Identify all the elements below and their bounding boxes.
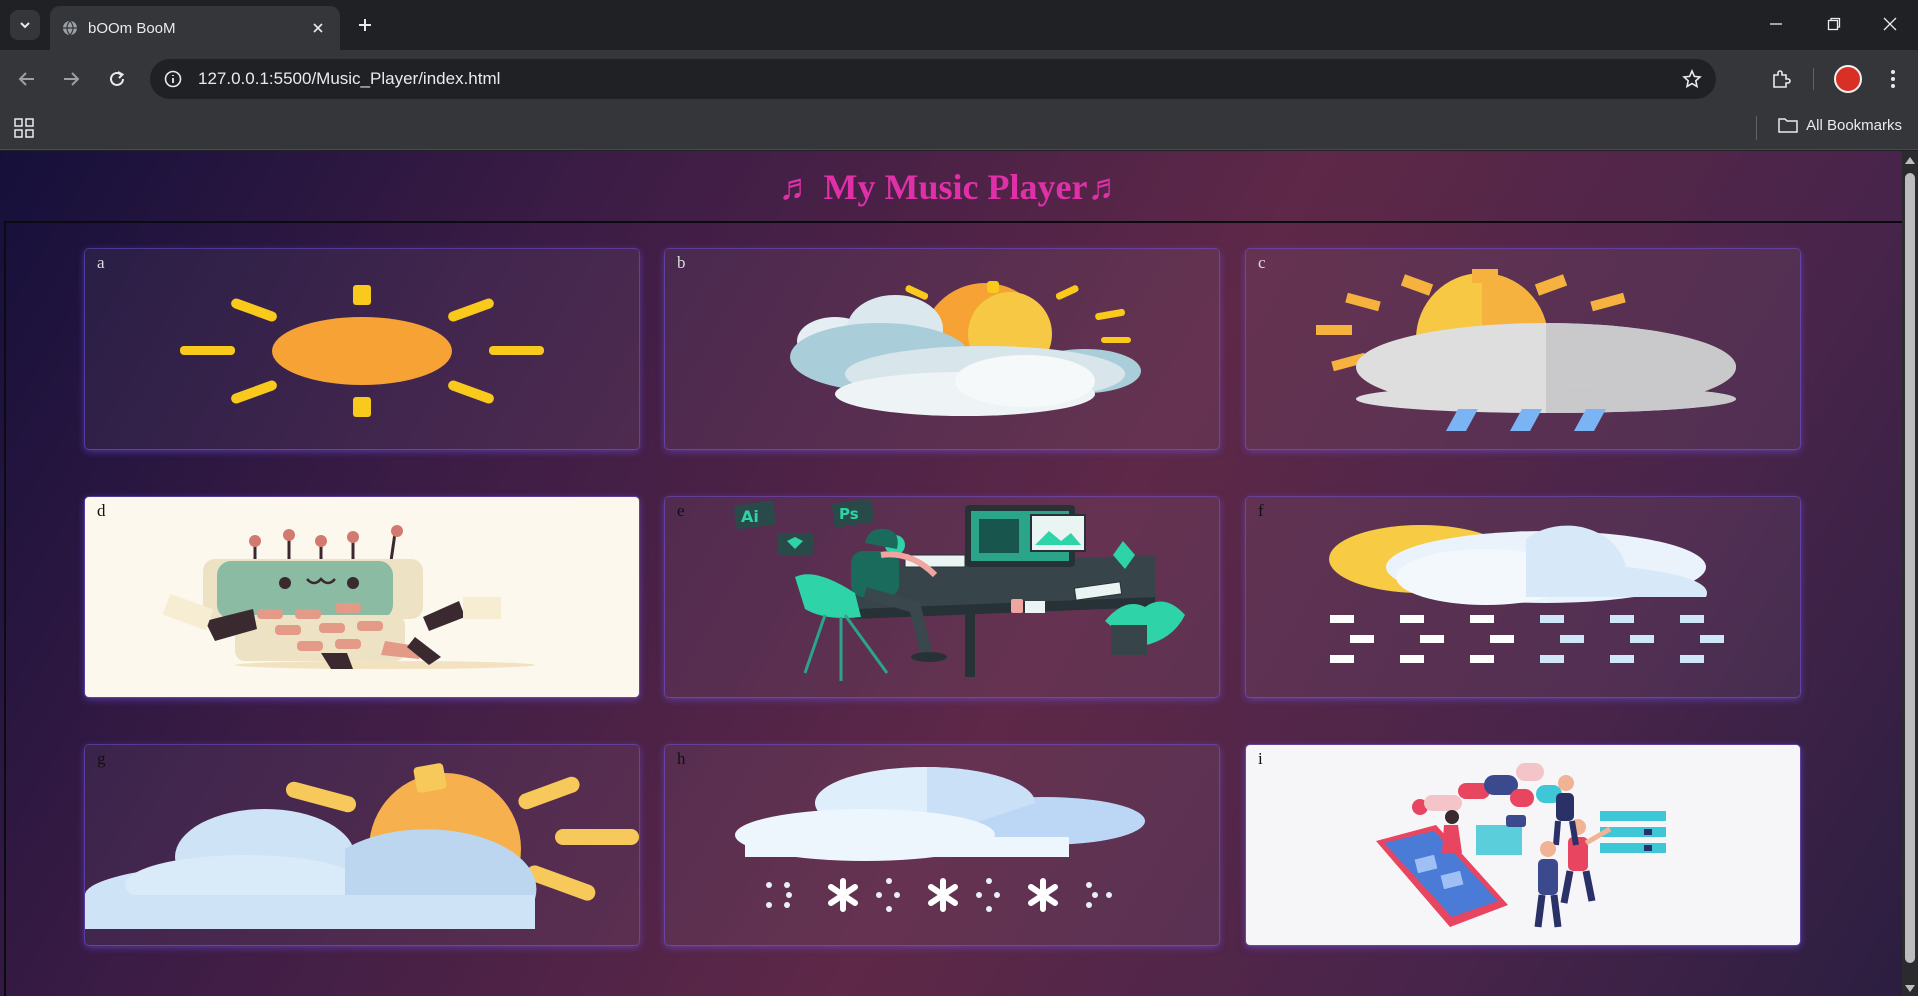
card-label: a [97,253,105,272]
card-grid: a b c d e Ai Ps f g h i [4,223,1902,996]
sun-cloud-icon [85,763,639,929]
music-card-c[interactable]: c [1246,249,1800,449]
apps-button[interactable] [14,118,34,142]
card-label: c [1258,253,1266,272]
restore-button[interactable] [1816,10,1852,38]
music-card-i[interactable]: i [1246,745,1800,945]
address-bar[interactable]: 127.0.0.1:5500/Music_Player/index.html [150,59,1716,99]
page-title: ♬ My Music Player♬ [778,167,1124,207]
url-text[interactable]: 127.0.0.1:5500/Music_Player/index.html [198,69,1682,89]
card-label: g [97,749,106,768]
bookmarks-separator [1756,116,1757,140]
minimize-icon [1770,23,1782,25]
reload-icon [110,71,125,86]
tab-title: bOOm BooM [88,19,176,37]
reload-button[interactable] [102,64,132,94]
close-window-icon [1883,17,1897,31]
avatar[interactable] [1834,65,1862,93]
all-bookmarks-label: All Bookmarks [1806,116,1902,134]
svg-text:Ps: Ps [839,505,859,523]
browser-toolbar: 127.0.0.1:5500/Music_Player/index.html [0,50,1918,108]
card-label: f [1258,501,1264,520]
tab-search-button[interactable] [10,10,40,40]
toolbar-separator [1813,68,1814,90]
puzzle-icon [1773,70,1791,88]
arrow-right-icon [64,72,80,86]
forward-button[interactable] [56,64,86,94]
card-label: b [677,253,686,272]
extensions-button[interactable] [1766,64,1796,94]
scroll-down-icon[interactable] [1905,985,1915,992]
star-icon[interactable] [1682,69,1702,89]
plus-icon [359,19,371,31]
page-header: ♬ My Music Player♬ [0,151,1902,223]
site-info-icon[interactable] [164,70,182,88]
new-tab-button[interactable] [350,12,380,38]
page-viewport: ♬ My Music Player♬ a b c d e Ai Ps f g h… [0,151,1918,996]
card-label: d [97,501,106,520]
music-card-h[interactable]: h [665,745,1219,945]
folder-icon [1778,118,1798,133]
card-label: h [677,749,686,768]
sun-cloud-icon [790,281,1141,416]
music-card-e[interactable]: e Ai Ps [665,497,1219,697]
music-card-g[interactable]: g [85,745,639,945]
robot-icon [162,525,535,669]
globe-icon [63,20,77,36]
arrow-left-icon [18,72,34,86]
tab-close-button[interactable] [308,18,328,38]
sun-rain-icon [1316,269,1736,431]
menu-button[interactable] [1878,64,1908,94]
bookmarks-bar: All Bookmarks [0,108,1918,150]
chevron-down-icon [20,22,30,29]
sleet-icon [1329,525,1724,663]
tab-strip: bOOm BooM [0,0,1918,50]
close-window-button[interactable] [1872,10,1908,38]
page-scrollbar[interactable] [1902,151,1918,996]
snow-icon [735,767,1145,912]
social-media-icon [1376,763,1666,928]
card-label: i [1258,749,1263,768]
scrollbar-thumb[interactable] [1905,173,1915,963]
more-vert-icon [1891,70,1895,88]
music-card-b[interactable]: b [665,249,1219,449]
sun-icon [180,285,544,417]
close-icon [313,23,323,33]
apps-grid-icon [14,118,34,138]
music-card-f[interactable]: f [1246,497,1800,697]
music-card-d[interactable]: d [85,497,639,697]
back-button[interactable] [12,64,42,94]
active-tab[interactable]: bOOm BooM [50,6,340,50]
card-label: e [677,501,685,520]
music-card-a[interactable]: a [85,249,639,449]
minimize-button[interactable] [1758,10,1794,38]
all-bookmarks-button[interactable]: All Bookmarks [1778,116,1902,134]
designer-desk-icon: Ai Ps [733,498,1185,681]
scroll-up-icon[interactable] [1905,157,1915,164]
restore-icon [1827,17,1841,31]
svg-text:Ai: Ai [741,507,759,526]
